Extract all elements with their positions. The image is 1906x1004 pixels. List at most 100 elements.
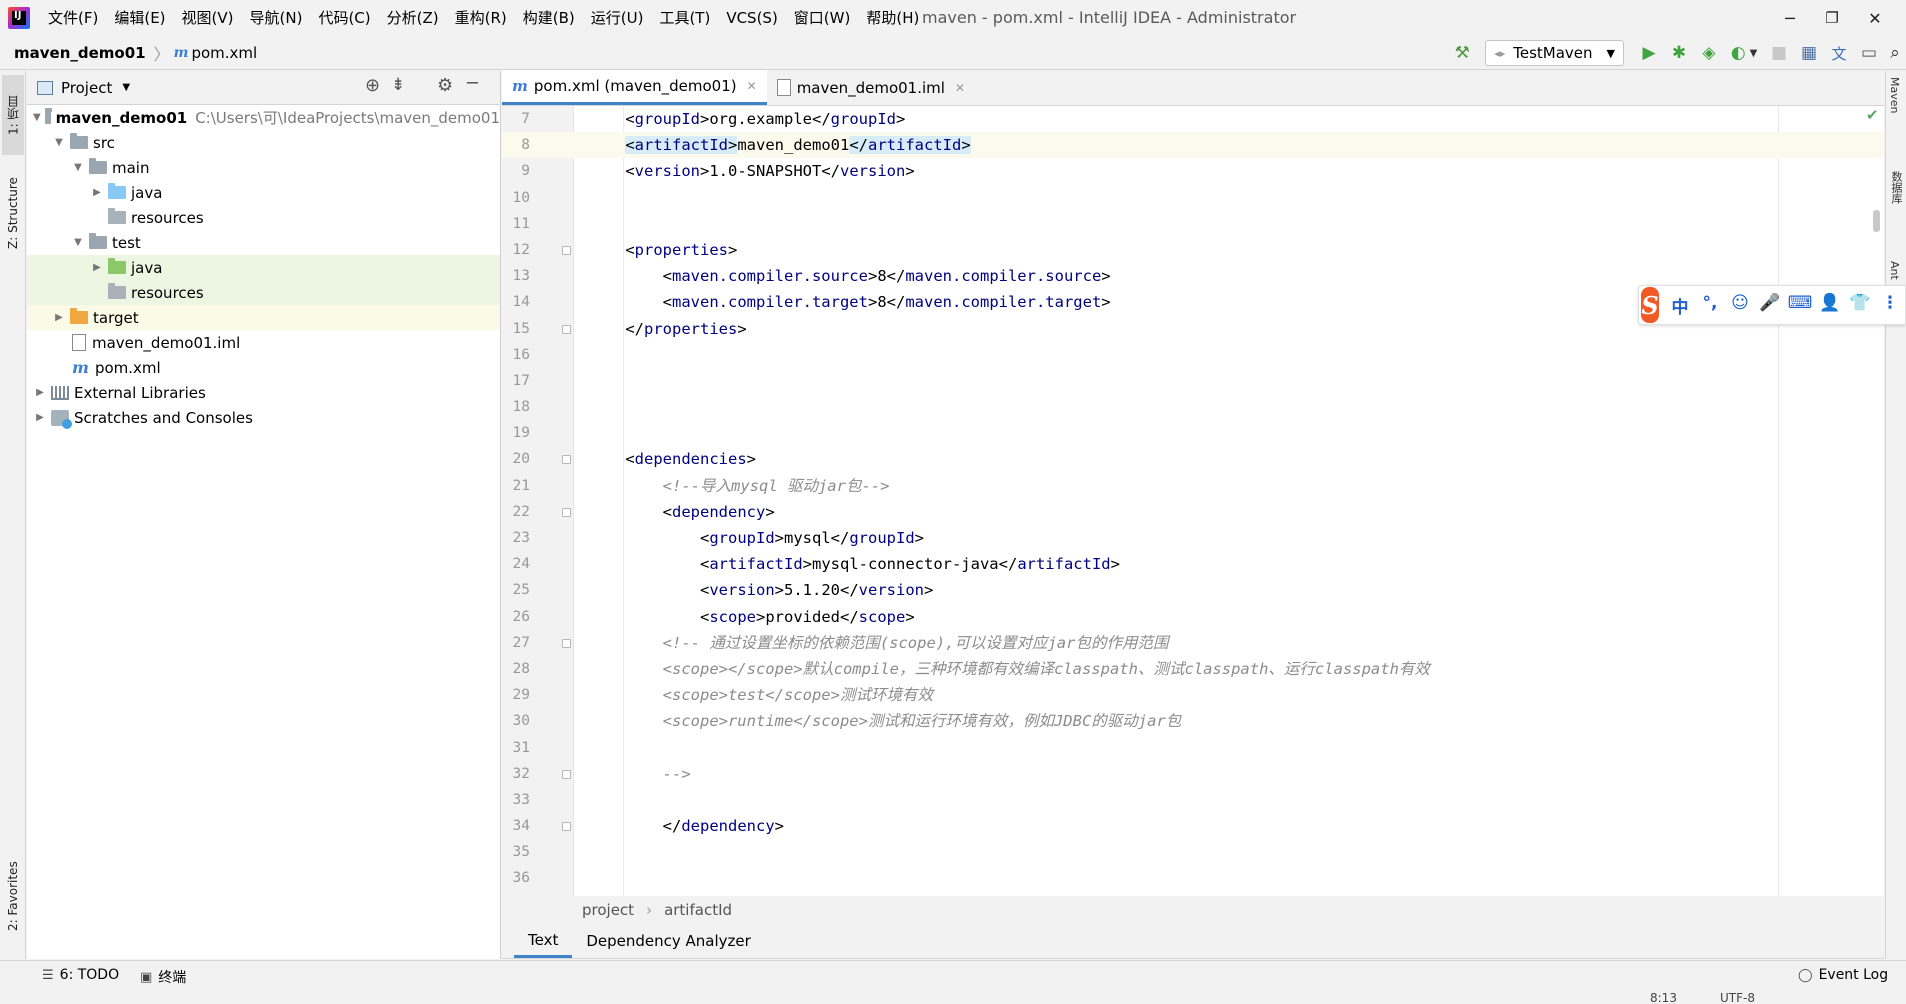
menu-item[interactable]: 运行(U)	[583, 0, 652, 36]
collapsed-arrow-icon[interactable]: ▶	[90, 187, 104, 198]
fold-marker-icon[interactable]	[562, 245, 571, 255]
tree-item[interactable]: ▶ java	[27, 180, 500, 205]
code-line[interactable]: 36	[502, 865, 1884, 891]
translate-icon[interactable]: 文	[1824, 38, 1854, 68]
ime-skin-icon[interactable]: 👕	[1845, 293, 1875, 318]
menu-item[interactable]: 编辑(E)	[106, 0, 173, 36]
ime-chinese-mode-icon[interactable]: 中	[1665, 293, 1695, 318]
tree-item[interactable]: ▶ Scratches and Consoles	[27, 405, 500, 430]
code-line[interactable]: 21 <!--导入mysql 驱动jar包-->	[502, 473, 1884, 499]
menu-item[interactable]: 视图(V)	[174, 0, 242, 36]
code-line[interactable]: 10	[502, 185, 1884, 211]
code-line[interactable]: 34 </dependency>	[502, 813, 1884, 839]
fold-marker-icon[interactable]	[562, 638, 571, 648]
project-tool-tab[interactable]: 1: 项目	[2, 75, 24, 155]
breadcrumb-project[interactable]: project	[582, 901, 634, 919]
code-line[interactable]: 32 -->	[502, 761, 1884, 787]
fold-marker-icon[interactable]	[562, 822, 571, 832]
code-line[interactable]: 31	[502, 735, 1884, 761]
code-line[interactable]: 23 <groupId>mysql</groupId>	[502, 525, 1884, 551]
structure-tool-tab[interactable]: Z: Structure	[2, 163, 24, 263]
menu-item[interactable]: 帮助(H)	[858, 0, 927, 36]
code-line[interactable]: 19	[502, 420, 1884, 446]
hide-panel-icon[interactable]: ─	[467, 73, 478, 94]
ime-punctuation-icon[interactable]: °,	[1695, 293, 1725, 318]
tree-item[interactable]: resources	[27, 205, 500, 230]
ime-more-icon[interactable]: ⋮	[1875, 293, 1905, 318]
database-tool-tab[interactable]: 数据库	[1888, 171, 1904, 204]
run-config-selector[interactable]: ◂▸ TestMaven ▼	[1485, 40, 1624, 66]
code-line[interactable]: 24 <artifactId>mysql-connector-java</art…	[502, 551, 1884, 577]
profile-icon[interactable]: ◐ ▼	[1724, 38, 1764, 68]
tree-item[interactable]: m pom.xml	[27, 355, 500, 380]
debug-icon[interactable]: ✱	[1664, 38, 1694, 68]
close-icon[interactable]: ✕	[747, 79, 757, 93]
nav-file-crumb[interactable]: pom.xml	[191, 44, 257, 62]
code-line[interactable]: 18	[502, 394, 1884, 420]
tree-item[interactable]: maven_demo01.iml	[27, 330, 500, 355]
tab-text[interactable]: Text	[514, 924, 573, 958]
collapsed-arrow-icon[interactable]: ▶	[33, 412, 47, 423]
terminal-icon[interactable]: ▭	[1854, 38, 1884, 68]
menu-item[interactable]: 重构(R)	[447, 0, 515, 36]
code-line[interactable]: 35	[502, 839, 1884, 865]
event-log-tool-tab[interactable]: ◯ Event Log	[1798, 967, 1888, 983]
project-structure-icon[interactable]: ▦	[1794, 38, 1824, 68]
fold-marker-icon[interactable]	[562, 455, 571, 465]
expanded-arrow-icon[interactable]: ▼	[33, 112, 41, 123]
tree-item[interactable]: ▼ maven_demo01 C:\Users\可\IdeaProjects\mav…	[27, 105, 500, 130]
tree-item[interactable]: ▶ java	[27, 255, 500, 280]
menu-item[interactable]: 导航(N)	[242, 0, 311, 36]
tab-dependency-analyzer[interactable]: Dependency Analyzer	[572, 924, 764, 958]
ime-emoji-icon[interactable]: ☺	[1725, 293, 1755, 318]
ime-keyboard-icon[interactable]: ⌨	[1785, 293, 1815, 318]
coverage-icon[interactable]: ◈	[1694, 38, 1724, 68]
menu-item[interactable]: VCS(S)	[718, 0, 785, 36]
collapse-all-icon[interactable]: ⇟	[391, 75, 405, 95]
code-line[interactable]: 25 <version>5.1.20</version>	[502, 577, 1884, 603]
expanded-arrow-icon[interactable]: ▼	[71, 162, 85, 173]
gear-icon[interactable]: ⚙	[437, 75, 453, 96]
collapsed-arrow-icon[interactable]: ▶	[33, 387, 47, 398]
caret-position[interactable]: 8:13	[1650, 991, 1677, 1004]
ant-tool-tab[interactable]: Ant	[1888, 261, 1901, 280]
code-line[interactable]: 7 <groupId>org.example</groupId>	[502, 106, 1884, 132]
chevron-down-icon[interactable]: ▼	[122, 82, 130, 93]
project-view-title[interactable]: Project	[61, 79, 112, 97]
code-line[interactable]: 33	[502, 787, 1884, 813]
locate-icon[interactable]: ⊕	[365, 75, 380, 96]
code-line[interactable]: 30 <scope>runtime</scope>测试和运行环境有效，例如JDB…	[502, 708, 1884, 734]
code-editor[interactable]: 7 <groupId>org.example</groupId> 8 <artif…	[502, 106, 1884, 896]
expanded-arrow-icon[interactable]: ▼	[52, 137, 66, 148]
ime-user-icon[interactable]: 👤	[1815, 293, 1845, 318]
menu-item[interactable]: 代码(C)	[310, 0, 378, 36]
search-icon[interactable]: ⌕	[1884, 38, 1906, 68]
code-line[interactable]: 11	[502, 211, 1884, 237]
editor-tab[interactable]: m pom.xml (maven_demo01) ✕	[502, 70, 767, 105]
close-icon[interactable]: ✕	[955, 81, 965, 95]
expanded-arrow-icon[interactable]: ▼	[71, 237, 85, 248]
favorites-tool-tab[interactable]: 2: Favorites	[2, 841, 24, 951]
fold-marker-icon[interactable]	[562, 769, 571, 779]
tree-item[interactable]: ▶ target	[27, 305, 500, 330]
code-line[interactable]: 16	[502, 342, 1884, 368]
file-encoding[interactable]: UTF-8	[1720, 991, 1755, 1004]
fold-marker-icon[interactable]	[562, 507, 571, 517]
stop-icon[interactable]: ■	[1764, 38, 1794, 68]
tree-item[interactable]: ▶ External Libraries	[27, 380, 500, 405]
tree-item[interactable]: resources	[27, 280, 500, 305]
maven-tool-tab[interactable]: Maven	[1888, 77, 1901, 113]
code-line[interactable]: 20 <dependencies>	[502, 446, 1884, 472]
tree-item[interactable]: ▼ test	[27, 230, 500, 255]
collapsed-arrow-icon[interactable]: ▶	[52, 312, 66, 323]
run-icon[interactable]: ▶	[1634, 38, 1664, 68]
code-line[interactable]: 27 <!-- 通过设置坐标的依赖范围(scope),可以设置对应jar包的作用…	[502, 630, 1884, 656]
todo-tool-tab[interactable]: ☰ 6: TODO	[42, 967, 119, 983]
tree-item[interactable]: ▼ src	[27, 130, 500, 155]
collapsed-arrow-icon[interactable]: ▶	[90, 262, 104, 273]
code-line[interactable]: 28 <scope></scope>默认compile，三种环境都有效编译cla…	[502, 656, 1884, 682]
code-line[interactable]: 17	[502, 368, 1884, 394]
editor-tab[interactable]: maven_demo01.iml ✕	[767, 70, 975, 105]
tree-item[interactable]: ▼ main	[27, 155, 500, 180]
nav-project-crumb[interactable]: maven_demo01	[0, 44, 146, 62]
